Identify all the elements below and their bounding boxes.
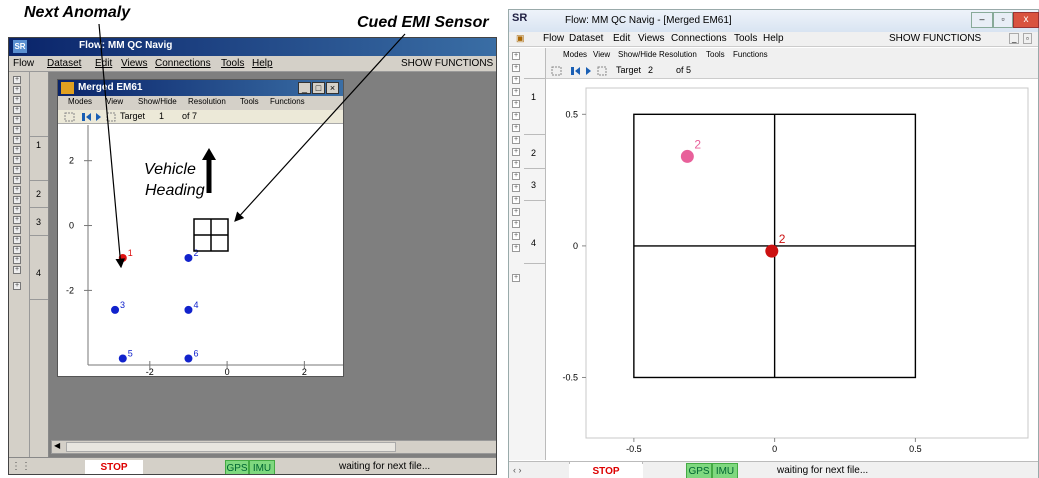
x-tick-label: -2 (146, 367, 154, 377)
scroll-thumb[interactable] (66, 442, 396, 452)
menu-edit[interactable]: Edit (613, 33, 630, 44)
expand-icon[interactable]: + (512, 208, 520, 216)
x-tick-label: 0.5 (909, 444, 922, 454)
app-logo-icon: SR (512, 12, 528, 24)
expand-icon[interactable]: + (512, 172, 520, 180)
expand-icon[interactable]: + (512, 274, 520, 282)
stop-button[interactable]: STOP (569, 464, 643, 478)
menu-resolution[interactable]: Resolution (659, 50, 697, 59)
flow-step-number: 2 (531, 148, 537, 158)
menu-help[interactable]: Help (763, 33, 784, 44)
expand-icon[interactable]: + (512, 112, 520, 120)
target-label: Target (616, 65, 642, 75)
target-point[interactable] (765, 244, 779, 258)
y-tick-label: -0.5 (562, 372, 578, 382)
menu-flow[interactable]: Flow (543, 33, 564, 44)
annotation-arrows (98, 23, 406, 269)
right-status-bar: ‹ › STOP GPS IMU waiting for next file..… (509, 461, 1038, 478)
target-label: 2 (779, 232, 786, 246)
anomaly-label: 4 (193, 300, 198, 310)
menu-show-hide[interactable]: Show/Hide (618, 50, 657, 59)
x-tick-label: -0.5 (626, 444, 642, 454)
menu-view[interactable]: View (593, 50, 610, 59)
menu-connections[interactable]: Connections (671, 33, 727, 44)
expand-icon[interactable]: + (512, 232, 520, 240)
expand-icon[interactable]: + (512, 64, 520, 72)
left-status-bar: ⋮⋮ STOP GPS IMU waiting for next file... (9, 457, 496, 474)
anomaly-point[interactable] (118, 354, 127, 363)
expand-icon[interactable]: + (512, 160, 520, 168)
menu-tools[interactable]: Tools (734, 33, 757, 44)
plot-frame (585, 87, 1029, 439)
flow-step-number: 4 (531, 238, 537, 248)
y-tick-label: 0 (573, 241, 578, 251)
restore-child-icon[interactable]: _ (1009, 33, 1020, 44)
horizontal-scrollbar[interactable]: ◀ (51, 440, 496, 454)
menu-tools[interactable]: Tools (706, 50, 725, 59)
minimize-button[interactable]: – (971, 12, 993, 28)
status-message: waiting for next file... (339, 461, 431, 472)
menu-functions[interactable]: Functions (733, 50, 768, 59)
sensor-plot-area[interactable]: 0.5 0 -0.5 -0.5 0 0.5 2 2 (546, 80, 1038, 460)
maximize-child-icon[interactable]: ▫ (1023, 33, 1032, 44)
expand-icon[interactable]: + (512, 220, 520, 228)
expand-icon[interactable]: + (512, 244, 520, 252)
target-toolbar: Target 2 of 5 (546, 63, 1038, 79)
next-anomaly-arrow (98, 23, 126, 269)
expand-icon[interactable]: + (512, 136, 520, 144)
x-tick-label: 0 (225, 367, 230, 377)
target-total: of 5 (676, 65, 692, 75)
expand-icon[interactable]: + (512, 184, 520, 192)
gps-indicator: GPS (686, 463, 712, 478)
resize-arrows-icon[interactable]: ‹ › (513, 465, 522, 475)
anomaly-label: 3 (120, 300, 125, 310)
expand-icon[interactable]: + (512, 52, 520, 60)
expand-icon[interactable]: + (512, 124, 520, 132)
anomaly-label: 6 (193, 349, 198, 359)
right-modes-bar: Modes View Show/Hide Resolution Tools Fu… (546, 48, 1038, 63)
x-tick-label: 0 (772, 444, 777, 454)
restore-button[interactable]: ▫ (993, 12, 1013, 28)
gps-indicator: GPS (225, 460, 249, 474)
cued-sensor-arrow (234, 33, 406, 222)
anomaly-point[interactable] (184, 305, 193, 314)
y-tick-label: 0.5 (565, 109, 578, 119)
anomaly-point[interactable] (184, 354, 193, 363)
grip-icon: ⋮⋮ (11, 461, 31, 472)
status-message: waiting for next file... (777, 465, 869, 476)
menu-app-icon[interactable]: ▣ (516, 33, 525, 44)
expand-icon[interactable]: + (512, 76, 520, 84)
target-nav-icons[interactable] (551, 65, 611, 77)
anomaly-point[interactable] (111, 305, 120, 314)
target-point[interactable] (680, 149, 694, 163)
expand-icon[interactable]: + (512, 196, 520, 204)
expand-icon[interactable]: + (512, 100, 520, 108)
menu-views[interactable]: Views (638, 33, 665, 44)
right-menu-bar: ▣ Flow Dataset Edit Views Connections To… (509, 32, 1038, 47)
right-app-window: SR Flow: MM QC Navig - [Merged EM61] – ▫… (508, 9, 1039, 478)
target-number-field[interactable]: 2 (648, 65, 653, 75)
stop-button[interactable]: STOP (85, 460, 143, 474)
expand-icon[interactable]: + (512, 88, 520, 96)
target-label: 2 (694, 137, 701, 151)
show-functions-button[interactable]: SHOW FUNCTIONS (889, 33, 981, 44)
anomaly-label: 5 (128, 349, 133, 359)
flow-step-number: 1 (531, 92, 537, 102)
menu-modes[interactable]: Modes (563, 50, 587, 59)
right-title-bar: SR Flow: MM QC Navig - [Merged EM61] – ▫… (509, 10, 1039, 32)
expand-icon[interactable]: + (512, 148, 520, 156)
right-flow-sidebar: + + + + + + + + + + + + + + + + + + 1 2 … (509, 48, 546, 460)
x-tick-label: 2 (302, 367, 307, 377)
right-window-title: Flow: MM QC Navig - [Merged EM61] (565, 15, 732, 26)
imu-indicator: IMU (712, 463, 738, 478)
imu-indicator: IMU (249, 460, 275, 474)
menu-dataset[interactable]: Dataset (569, 33, 603, 44)
flow-step-number: 3 (531, 180, 537, 190)
scroll-left-icon[interactable]: ◀ (54, 441, 60, 450)
close-button[interactable]: x (1013, 12, 1039, 28)
